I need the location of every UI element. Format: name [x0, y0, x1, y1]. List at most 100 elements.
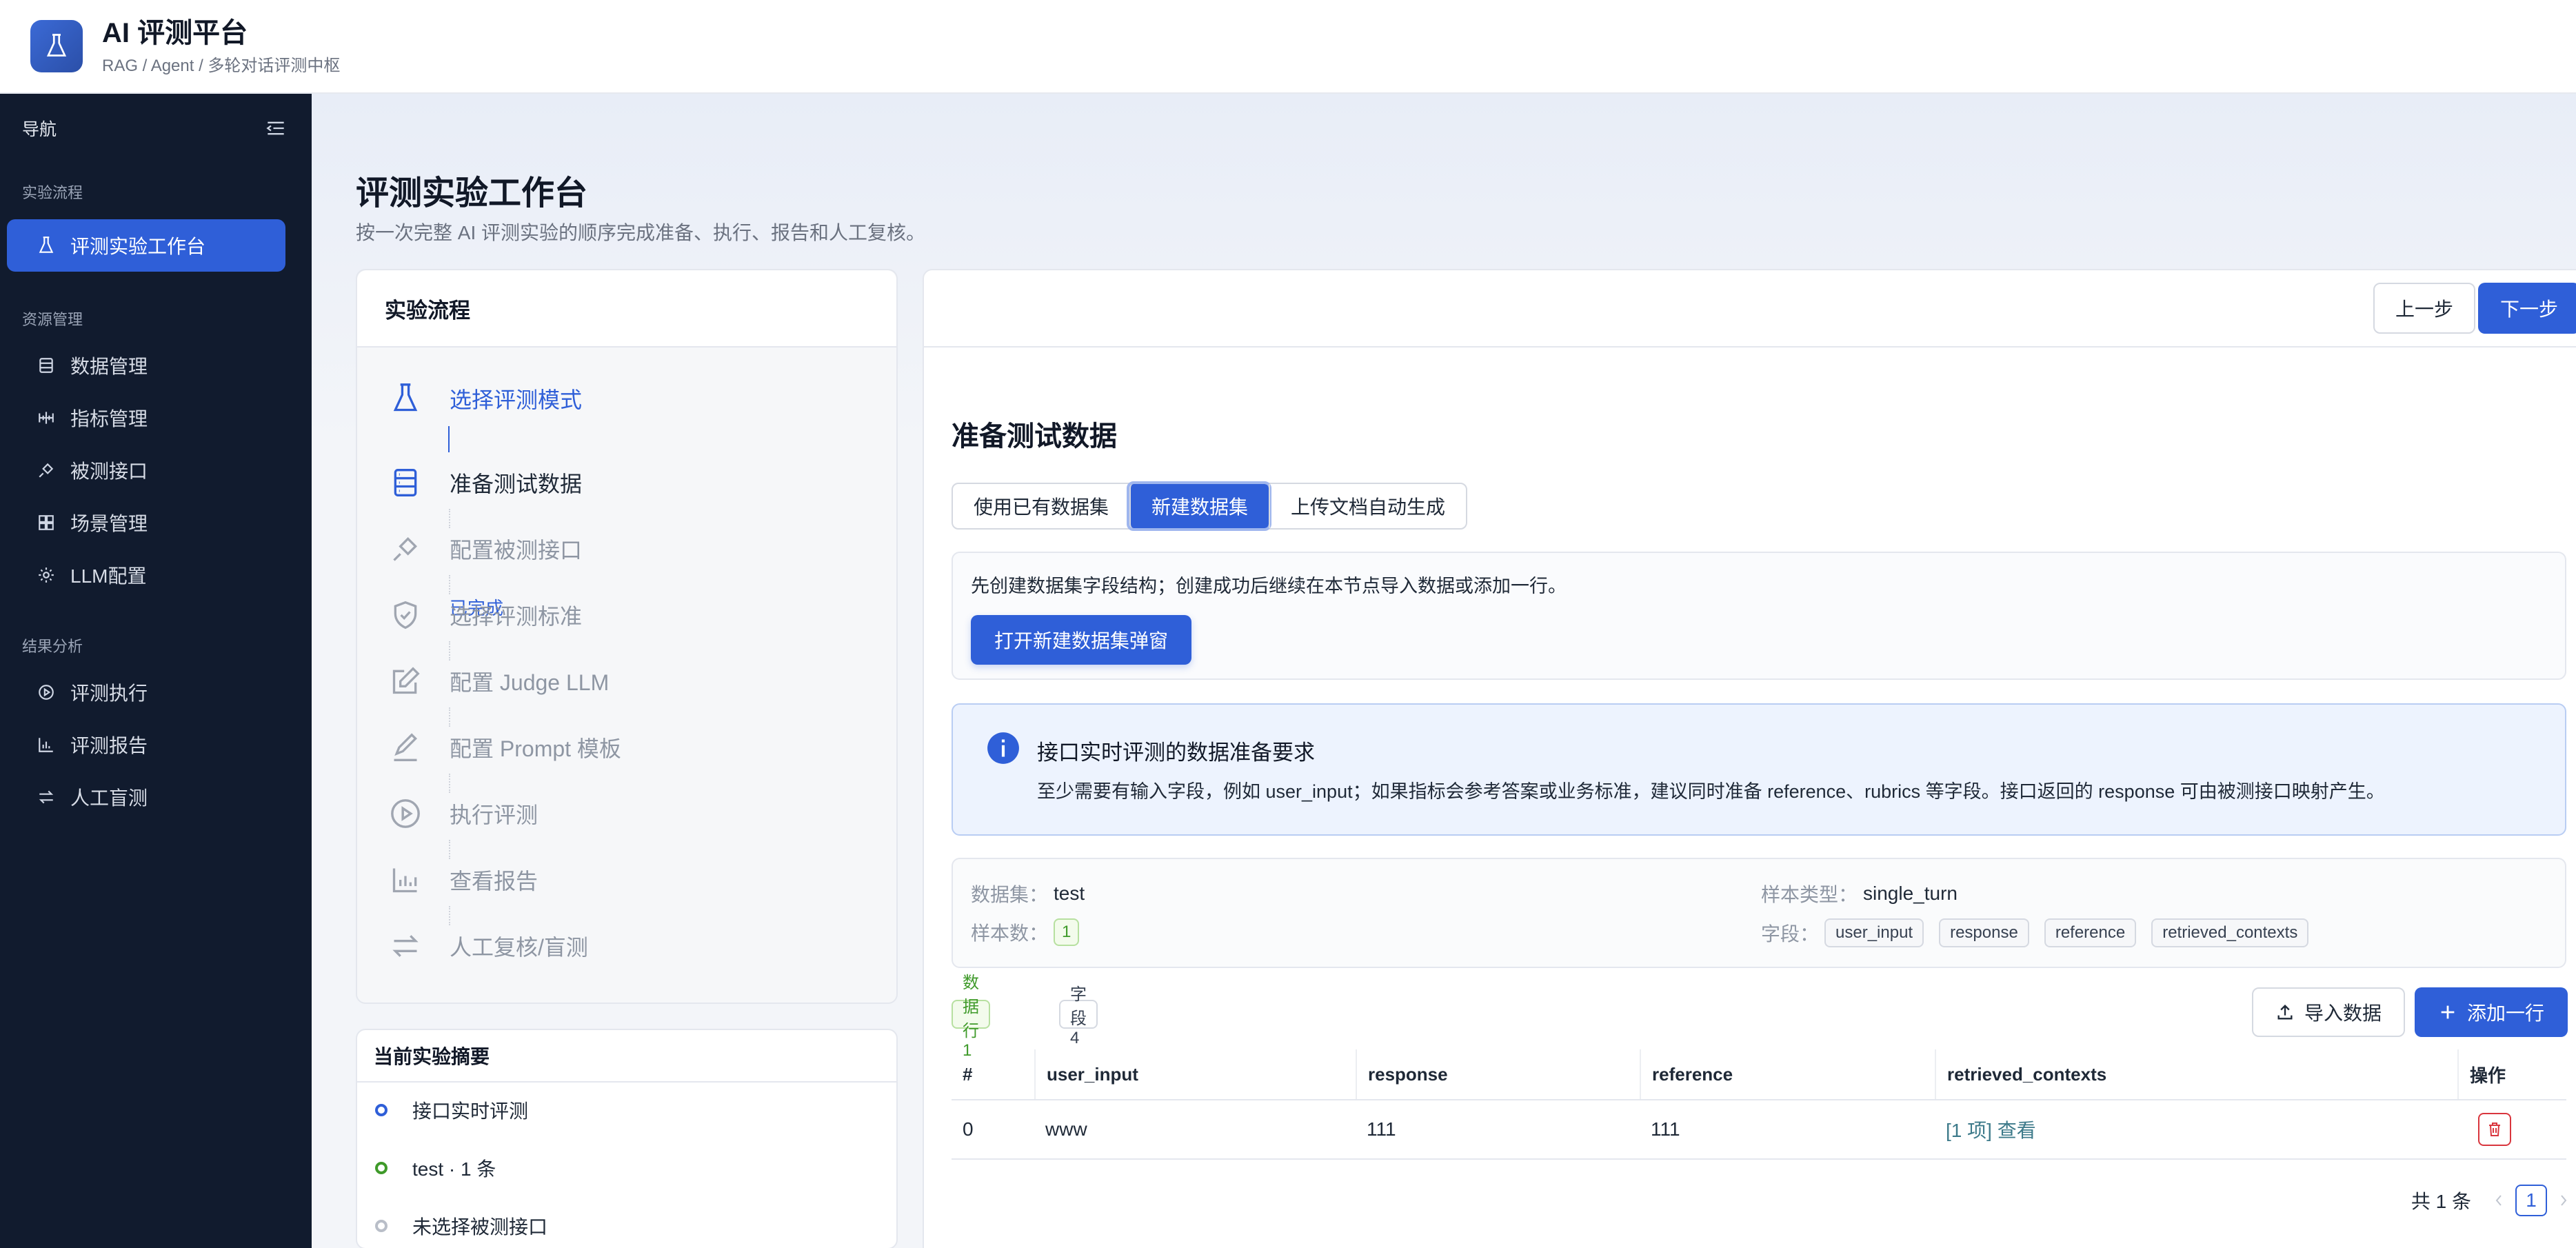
meta-dataset: 数据集： test — [971, 880, 1085, 907]
step-label: 配置被测接口 — [450, 538, 583, 563]
field-tag: retrieved_contexts — [2151, 918, 2309, 947]
total-count: 共 1 条 — [2411, 1191, 2471, 1212]
step-label: 配置 Judge LLM — [450, 670, 610, 695]
mode-new-dataset[interactable]: 新建数据集 — [1127, 481, 1272, 531]
section-label-flow: 实验流程 — [22, 184, 83, 201]
shield-check-icon — [394, 601, 417, 630]
next-page-icon[interactable] — [2557, 1192, 2570, 1209]
app-title: AI 评测平台 — [102, 17, 248, 48]
status-dot-icon — [375, 1220, 388, 1232]
sidebar-item-workbench[interactable]: 评测实验工作台 — [7, 219, 285, 272]
database-icon — [394, 469, 417, 496]
pagination: 共 1 条 1 — [2411, 1185, 2570, 1216]
content-toolbar: 上一步 下一步 — [924, 270, 2576, 348]
cell-reference[interactable]: 111 — [1640, 1100, 1935, 1158]
step-run[interactable]: 执行评测 — [385, 793, 538, 834]
mode-existing-dataset[interactable]: 使用已有数据集 — [953, 484, 1129, 528]
play-icon — [391, 799, 420, 828]
meta-sample-type: 样本类型： single_turn — [1761, 880, 1958, 907]
step-config-interface[interactable]: 配置被测接口 — [385, 528, 582, 570]
meta-key: 样本类型： — [1761, 884, 1858, 905]
step-config-judge[interactable]: 配置 Judge LLM — [385, 661, 609, 702]
sidebar-item-metrics[interactable]: 指标管理 — [0, 392, 312, 444]
step-select-criteria[interactable]: 选择评测标准 — [385, 594, 582, 636]
meta-key: 字段： — [1761, 923, 1820, 945]
summary-title: 当前实验摘要 — [357, 1030, 896, 1083]
summary-item: 未选择被测接口 — [375, 1212, 547, 1240]
meta-key: 数据集： — [971, 884, 1049, 905]
step-label: 选择评测标准 — [450, 604, 583, 629]
add-label: 添加一行 — [2466, 1003, 2544, 1024]
sidebar-item-label: 评测报告 — [70, 735, 148, 756]
step-connector — [449, 509, 450, 528]
add-row-button[interactable]: 添加一行 — [2415, 987, 2568, 1037]
mode-upload-generate[interactable]: 上传文档自动生成 — [1269, 484, 1466, 528]
cell-index: 0 — [963, 1118, 974, 1140]
sidebar-item-label: 人工盲测 — [70, 787, 148, 809]
edit-icon — [392, 667, 420, 694]
step-label: 查看报告 — [450, 869, 539, 894]
bar-chart-icon — [39, 738, 53, 752]
summary-item: test · 1 条 — [375, 1154, 496, 1182]
section-title: 准备测试数据 — [952, 421, 1117, 452]
sidebar-item-interfaces[interactable]: 被测接口 — [0, 444, 312, 496]
plug-icon — [39, 463, 54, 478]
step-view-report[interactable]: 查看报告 — [385, 859, 538, 900]
collapse-menu-icon[interactable] — [266, 120, 285, 137]
next-step-button[interactable]: 下一步 — [2478, 283, 2576, 334]
sidebar-item-execution[interactable]: 评测执行 — [0, 666, 312, 718]
meta-value: single_turn — [1863, 883, 1958, 904]
info-text: 至少需要有输入字段，例如 user_input；如果指标会参考答案或业务标准，建… — [1037, 781, 2385, 802]
metric-icon — [39, 412, 54, 424]
fields-count-tag: 字段 4 — [1059, 985, 1098, 1047]
swap-icon — [392, 935, 419, 957]
step-connector — [449, 575, 450, 594]
sidebar-item-label: 指标管理 — [70, 408, 148, 430]
view-contexts-link[interactable]: [1 项] 查看 — [1946, 1116, 2036, 1143]
field-tag: reference — [2044, 918, 2137, 947]
flask-icon — [39, 236, 54, 253]
sidebar-item-data[interactable]: 数据管理 — [0, 339, 312, 392]
flow-card-title: 实验流程 — [357, 270, 896, 348]
page-number[interactable]: 1 — [2515, 1185, 2547, 1216]
summary-item-label: 接口实时评测 — [412, 1100, 529, 1122]
step-prepare-data[interactable]: 准备测试数据 — [385, 462, 582, 503]
sidebar-item-scenarios[interactable]: 场景管理 — [0, 496, 312, 549]
step-manual-review[interactable]: 人工复核/盲测 — [385, 925, 588, 967]
swap-icon — [39, 790, 54, 804]
nav-label: 导航 — [22, 120, 57, 139]
gear-icon — [39, 567, 54, 583]
sidebar: 导航 实验流程 评测实验工作台 资源管理 数据管理 指标管理 被测接口 场景管理… — [0, 94, 312, 1248]
status-dot-icon — [375, 1104, 388, 1116]
cell-response[interactable]: 111 — [1356, 1100, 1640, 1158]
step-label: 人工复核/盲测 — [450, 935, 588, 960]
summary-item-label: test · 1 条 — [412, 1158, 496, 1180]
step-config-prompt[interactable]: 配置 Prompt 模板 — [385, 727, 621, 768]
open-create-dialog-button[interactable]: 打开新建数据集弹窗 — [971, 615, 1191, 665]
import-data-button[interactable]: 导入数据 — [2252, 987, 2405, 1037]
meta-fields: 字段： user_input response reference retrie… — [1761, 918, 2324, 947]
sidebar-header: 导航 — [0, 94, 312, 141]
info-title: 接口实时评测的数据准备要求 — [1037, 741, 1315, 765]
rows-count-tag: 数据行 1 — [952, 974, 990, 1060]
summary-item: 接口实时评测 — [375, 1096, 528, 1124]
sidebar-item-report[interactable]: 评测报告 — [0, 718, 312, 771]
play-icon — [39, 685, 54, 700]
prev-step-button[interactable]: 上一步 — [2373, 283, 2475, 334]
sidebar-item-blind-test[interactable]: 人工盲测 — [0, 771, 312, 823]
cell-actions — [2457, 1100, 2566, 1158]
cell-user-input[interactable]: www — [1034, 1100, 1356, 1158]
flask-logo-icon — [30, 20, 83, 72]
step-select-mode[interactable]: 选择评测模式 — [385, 378, 582, 419]
flow-card: 实验流程 选择评测模式 已完成 准备测试数据 配置被测接口 选择评测标准 配置 … — [356, 269, 898, 1004]
delete-row-button[interactable] — [2478, 1113, 2511, 1146]
sidebar-item-llm-config[interactable]: LLM配置 — [0, 549, 312, 601]
page-subtitle: 按一次完整 AI 评测实验的顺序完成准备、执行、报告和人工复核。 — [356, 222, 926, 243]
step-label: 执行评测 — [450, 803, 539, 827]
page-title: 评测实验工作台 — [356, 175, 588, 212]
dataset-meta-panel: 数据集： test 样本类型： single_turn 样本数： 1 字段： u… — [952, 858, 2566, 968]
pen-icon — [394, 733, 418, 761]
prev-page-icon[interactable] — [2492, 1192, 2506, 1209]
plug-icon — [393, 536, 418, 561]
field-tag: user_input — [1824, 918, 1924, 947]
